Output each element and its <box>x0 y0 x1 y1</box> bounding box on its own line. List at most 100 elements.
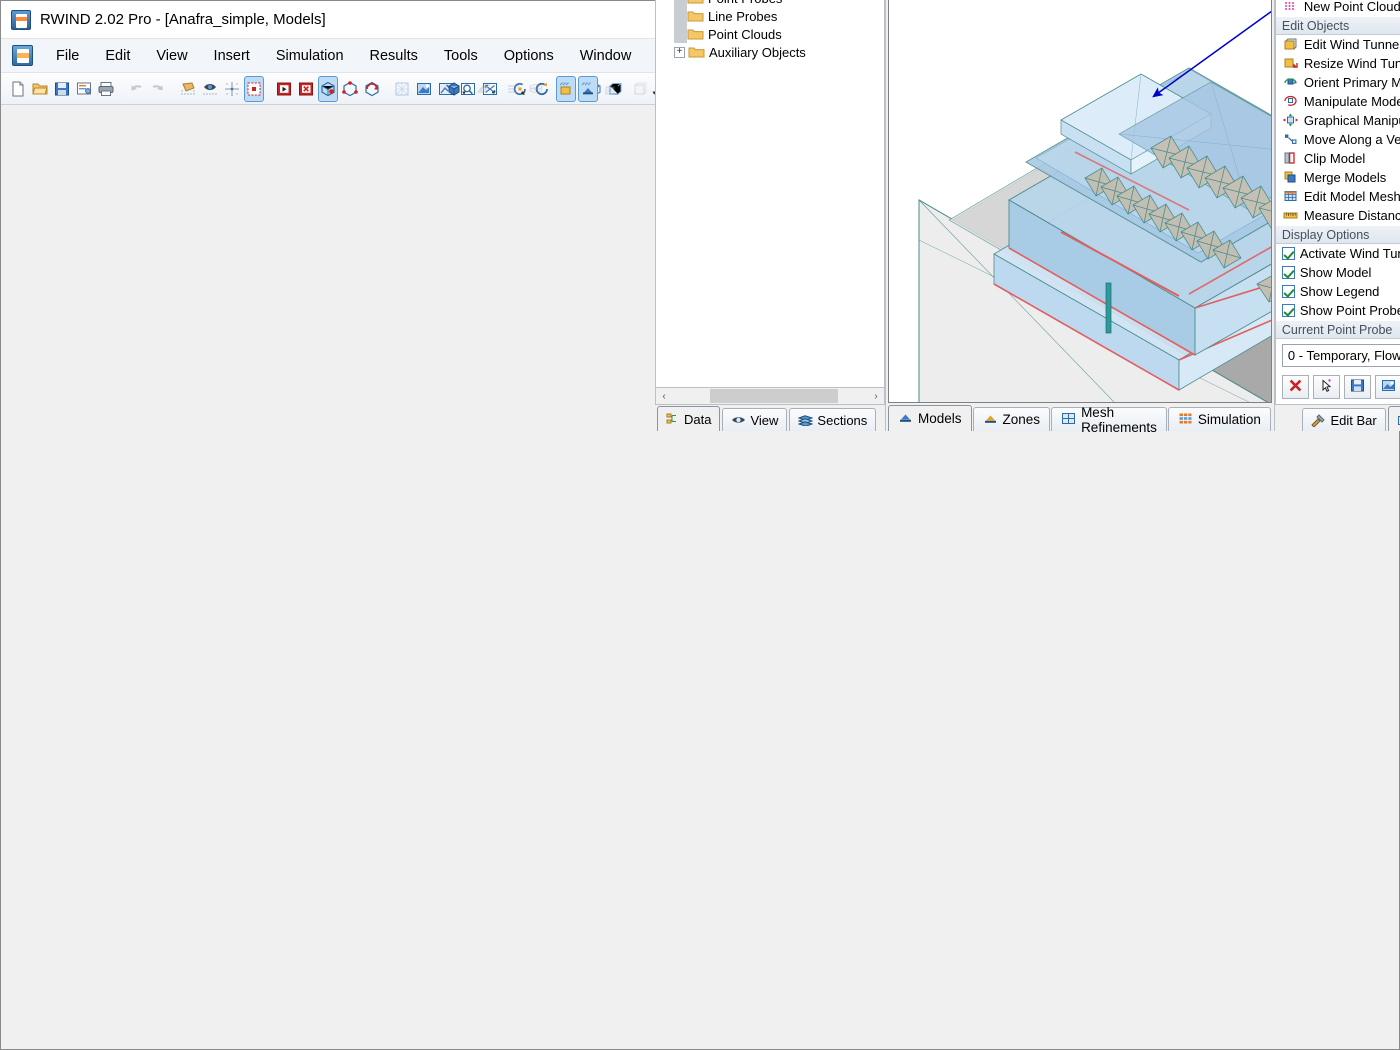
paint-surface-icon[interactable] <box>414 76 434 102</box>
tab-simulation[interactable]: Simulation <box>1168 407 1271 431</box>
tree-expand-toggle[interactable]: + <box>674 47 685 58</box>
axis-view-icon[interactable]: ▾ ▾ ▾ ▾ ▾ ▾ ▾ ▾ <box>628 76 654 102</box>
menu-tools[interactable]: Tools <box>431 44 491 68</box>
open-file-icon[interactable] <box>30 76 50 102</box>
tree-item-line-probes[interactable]: Line Probes <box>656 7 884 25</box>
probe-view-button[interactable] <box>1375 375 1400 399</box>
checkbox-icon[interactable] <box>1282 285 1295 298</box>
chevron-down-icon[interactable]: ▾ <box>492 89 496 97</box>
project-info-icon[interactable] <box>74 76 94 102</box>
iso-surface-icon[interactable] <box>526 76 546 102</box>
point-probe-dropdown[interactable]: 0 - Temporary, Flow Field ⌄ <box>1282 344 1400 367</box>
menu-window[interactable]: Window <box>567 44 645 68</box>
navigator-tab-strip: Data View Sections <box>655 405 885 431</box>
viewport-tab-strip: Models Zones Mesh Refinements Simulation <box>888 403 1272 431</box>
new-file-icon[interactable] <box>8 76 28 102</box>
editbar-item-edit-model-mesh[interactable]: Edit Model Mesh <box>1276 187 1400 206</box>
document-menu-icon[interactable] <box>12 45 33 66</box>
tab-mesh-refinements[interactable]: Mesh Refinements <box>1051 407 1167 431</box>
group-header-display-options[interactable]: Display Options ▾ <box>1276 225 1400 244</box>
tab-label: Edit Bar <box>1330 413 1376 428</box>
results-panel-icon[interactable] <box>600 76 620 102</box>
scroll-left-button[interactable]: ‹ <box>656 391 672 402</box>
wireframe-icon[interactable] <box>392 76 412 102</box>
tree-item-point-probes[interactable]: Point Probes <box>656 0 884 7</box>
tree-connector <box>674 25 687 43</box>
editbar-item-new-point-cloud[interactable]: New Point Cloud <box>1276 0 1400 16</box>
snap-grid-icon[interactable] <box>222 76 242 102</box>
section-plane-icon[interactable]: ▾ <box>474 76 494 102</box>
editbar-item-resize-wind-tunnel[interactable]: Resize Wind Tunnel <box>1276 54 1400 73</box>
tab-label: Sections <box>817 413 867 428</box>
scroll-track[interactable] <box>672 388 868 404</box>
chevron-down-icon[interactable]: ▾ <box>462 89 466 97</box>
delete-probe-button[interactable] <box>1282 375 1309 399</box>
editbar-item-merge-models[interactable]: Merge Models <box>1276 168 1400 187</box>
editbar-item-graphical-manipulator[interactable]: Graphical Manipulator <box>1276 111 1400 130</box>
flow-lines-icon[interactable]: ▾ <box>504 76 524 102</box>
undo-icon[interactable] <box>126 76 146 102</box>
tab-edit-bar[interactable]: Edit Bar <box>1302 408 1385 431</box>
checkbox-show-model[interactable]: Show Model <box>1276 263 1400 282</box>
model-node-icon[interactable] <box>340 76 360 102</box>
menu-simulation[interactable]: Simulation <box>263 44 357 68</box>
editbar-item-orient-primary-model[interactable]: Orient Primary Model <box>1276 73 1400 92</box>
group-header-current-point-probe[interactable]: Current Point Probe ▾ <box>1276 320 1400 339</box>
sections-icon <box>798 414 813 426</box>
checkbox-show-point-probes[interactable]: Show Point Probes <box>1276 301 1400 320</box>
tab-data[interactable]: Data <box>657 406 720 431</box>
mesh-eye-icon[interactable] <box>200 76 220 102</box>
project-navigator-panel: Project Navigator - Data ⊥ ✕ Project Dat… <box>655 0 886 431</box>
menu-results[interactable]: Results <box>357 44 431 68</box>
menu-view[interactable]: View <box>143 44 200 68</box>
tab-models[interactable]: Models <box>888 405 972 431</box>
model-3d-scene[interactable]: Model 1: Zone - Solars Model 2: Zone - B… <box>889 0 1272 403</box>
editbar-item-move-along-vector[interactable]: Move Along a Vector... <box>1276 130 1400 149</box>
render-play-icon[interactable] <box>274 76 294 102</box>
tab-view[interactable]: View <box>722 408 787 431</box>
project-tree[interactable]: Project Data − Anafra_simple Project Inf… <box>655 0 885 388</box>
menu-edit[interactable]: Edit <box>92 44 143 68</box>
tab-sections[interactable]: Sections <box>789 408 876 431</box>
editbar-item-manipulate-model[interactable]: Manipulate Model <box>1276 92 1400 111</box>
checkbox-show-legend[interactable]: Show Legend <box>1276 282 1400 301</box>
checkbox-activate-wind-tunnel[interactable]: Activate Wind Tunnel <box>1276 244 1400 263</box>
checkbox-icon[interactable] <box>1282 304 1295 317</box>
model-rotate-icon[interactable] <box>362 76 382 102</box>
model-icon <box>898 411 913 427</box>
tree-item-auxiliary-objects[interactable]: + Auxiliary Objects <box>656 43 884 61</box>
save-probe-button[interactable] <box>1344 375 1371 399</box>
render-cube-icon[interactable]: ▾ <box>444 76 464 102</box>
main-toolbar: ▾ ▾ ▾ ▾ ▾ ▾ ▾ ▾ Project Navigator - Data… <box>1 73 1399 105</box>
navigator-horizontal-scrollbar[interactable]: ‹ › <box>655 388 885 405</box>
models-view-icon[interactable] <box>578 76 598 102</box>
model-viewport-3d[interactable]: Wind Tunnel Dimensions: Dx = 284.653 m, … <box>888 0 1272 403</box>
tree-item-point-clouds[interactable]: Point Clouds <box>656 25 884 43</box>
editbar-item-measure-distance[interactable]: Measure Distance <box>1276 206 1400 225</box>
editbar-item-edit-wind-tunnel[interactable]: Edit Wind Tunnel... <box>1276 35 1400 54</box>
model-edit-icon[interactable] <box>318 76 338 102</box>
graphical-manipulator-icon <box>1282 113 1300 128</box>
editbar-item-clip-model[interactable]: Clip Model <box>1276 149 1400 168</box>
mesh-cloud-icon[interactable] <box>178 76 198 102</box>
model-mesh-icon <box>1282 189 1300 204</box>
checkbox-icon[interactable] <box>1282 266 1295 279</box>
menu-insert[interactable]: Insert <box>201 44 263 68</box>
print-icon[interactable] <box>96 76 116 102</box>
scroll-right-button[interactable]: › <box>868 391 884 402</box>
redo-icon[interactable] <box>148 76 168 102</box>
pick-probe-button[interactable] <box>1313 375 1340 399</box>
scroll-thumb[interactable] <box>710 389 838 403</box>
menu-file[interactable]: File <box>43 44 92 68</box>
checkbox-icon[interactable] <box>1282 247 1295 260</box>
clip-cube-icon[interactable] <box>630 76 650 102</box>
wind-tunnel-icon[interactable] <box>556 76 576 102</box>
render-stop-icon[interactable] <box>296 76 316 102</box>
tab-clipper[interactable]: Clipper <box>1388 406 1400 431</box>
tab-zones[interactable]: Zones <box>973 407 1051 431</box>
save-icon[interactable] <box>52 76 72 102</box>
selection-box-icon[interactable] <box>244 76 264 102</box>
menu-options[interactable]: Options <box>491 44 567 68</box>
group-header-edit-objects[interactable]: Edit Objects ▾ <box>1276 16 1400 35</box>
clip-model-icon <box>1282 151 1300 166</box>
